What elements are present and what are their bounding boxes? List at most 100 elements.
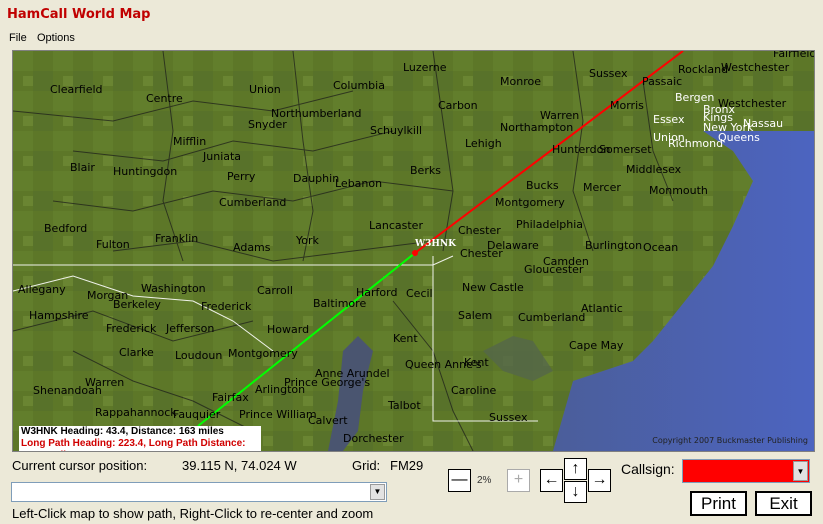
place-label: Washington <box>141 282 206 295</box>
place-label: Montgomery <box>228 347 298 360</box>
place-label: Luzerne <box>403 61 447 74</box>
menu-options[interactable]: Options <box>37 32 75 44</box>
place-label: Morris <box>610 99 644 112</box>
place-label: Snyder <box>248 118 287 131</box>
place-label: Cape May <box>569 339 624 352</box>
place-label: Perry <box>227 170 256 183</box>
search-combo[interactable]: ▼ <box>11 482 387 502</box>
place-label: Fairfield <box>773 50 815 60</box>
place-label: Monmouth <box>649 184 708 197</box>
place-label: New Castle <box>462 281 524 294</box>
place-label: Cumberland <box>518 311 586 324</box>
chevron-down-icon[interactable]: ▼ <box>370 484 385 500</box>
place-label: Sussex <box>589 67 628 80</box>
place-label: Chester <box>460 247 503 260</box>
place-label: Cumberland <box>219 196 287 209</box>
place-label: Adams <box>233 241 271 254</box>
pan-up-button[interactable]: ↑ <box>564 458 587 480</box>
place-label: Montgomery <box>495 196 565 209</box>
place-label: Bucks <box>526 179 559 192</box>
place-label: Franklin <box>155 232 199 245</box>
place-label: Mercer <box>583 181 621 194</box>
place-label: Loudoun <box>175 349 223 362</box>
cursor-position-label: Current cursor position: <box>12 458 148 473</box>
place-label: Lebanon <box>335 177 383 190</box>
short-path-info: W3HNK Heading: 43.4, Distance: 163 miles <box>21 426 224 437</box>
path-info-box: W3HNK Heading: 43.4, Distance: 163 miles… <box>19 426 261 451</box>
place-label: Passaic <box>642 75 683 88</box>
exit-button[interactable]: Exit <box>755 491 812 516</box>
place-label: Allegany <box>18 283 66 296</box>
place-label: Northampton <box>500 121 574 134</box>
callsign-label: Callsign: <box>621 461 675 477</box>
place-label: Blair <box>70 161 95 174</box>
place-label: Columbia <box>333 79 385 92</box>
cursor-position-value: 39.115 N, 74.024 W <box>182 458 297 473</box>
place-label: Prince William <box>239 408 317 421</box>
place-label: Hampshire <box>29 309 89 322</box>
place-label: Nassau <box>743 117 784 130</box>
zoom-in-button[interactable]: + <box>507 469 530 492</box>
place-label: Kent <box>464 356 489 369</box>
place-label: Clearfield <box>50 83 103 96</box>
place-label: Schuylkill <box>370 124 423 137</box>
home-station-dot <box>412 250 418 256</box>
menu-bar: File Options <box>0 30 823 48</box>
place-label: Philadelphia <box>516 218 584 231</box>
place-label: Queens <box>718 131 760 144</box>
place-label: Fairfax <box>212 391 249 404</box>
place-label: Shenandoah <box>33 384 102 397</box>
print-button[interactable]: Print <box>690 491 747 516</box>
place-label: Dorchester <box>343 432 404 445</box>
place-label: Jefferson <box>166 322 215 335</box>
place-label: Lancaster <box>369 219 423 232</box>
place-label: Clarke <box>119 346 154 359</box>
map-canvas <box>13 51 814 451</box>
place-label: Dauphin <box>293 172 340 185</box>
usage-hint: Left-Click map to show path, Right-Click… <box>12 506 374 521</box>
place-label: Fulton <box>96 238 130 251</box>
place-label: Kings <box>703 111 733 124</box>
place-label: Middlesex <box>626 163 682 176</box>
place-label: Howard <box>267 323 310 336</box>
place-label: Berkeley <box>113 298 161 311</box>
world-map[interactable]: Clearfield Centre Union Columbia Luzerne Monr… <box>12 50 815 452</box>
menu-file[interactable]: File <box>9 32 27 44</box>
place-label: York <box>296 234 319 247</box>
place-label: Chester <box>458 224 501 237</box>
pan-right-button[interactable]: → <box>588 469 611 492</box>
place-label: Bedford <box>44 222 88 235</box>
place-label: Essex <box>653 113 685 126</box>
grid-label: Grid: <box>352 458 381 473</box>
place-label: Carroll <box>257 284 293 297</box>
place-label: Westchester <box>721 61 790 74</box>
place-label: Atlantic <box>581 302 623 315</box>
place-label: Kent <box>393 332 418 345</box>
place-label: Rappahannock <box>95 406 177 419</box>
place-label: Monroe <box>500 75 541 88</box>
place-label: Cecil <box>406 287 433 300</box>
place-label: Berks <box>410 164 441 177</box>
place-label: Lehigh <box>465 137 502 150</box>
pan-down-button[interactable]: ↓ <box>564 481 587 503</box>
place-label: Talbot <box>388 399 421 412</box>
place-label: Westchester <box>718 97 787 110</box>
place-label: Sussex <box>489 411 528 424</box>
grid-value: FM29 <box>390 458 424 473</box>
pan-left-button[interactable]: ← <box>540 469 563 492</box>
place-label: Frederick <box>201 300 252 313</box>
place-label: Caroline <box>451 384 497 397</box>
place-label: Arlington <box>255 383 306 396</box>
zoom-out-button[interactable]: — <box>448 469 471 492</box>
place-label: Centre <box>146 92 183 105</box>
callsign-marker: W3HNK <box>415 239 456 249</box>
zoom-level: 2% <box>477 475 492 486</box>
chevron-down-icon[interactable]: ▼ <box>793 461 808 481</box>
place-label: Calvert <box>308 414 348 427</box>
place-label: Fauquier <box>173 408 221 421</box>
callsign-select[interactable]: ▼ <box>682 459 810 483</box>
place-label: Somerset <box>599 143 652 156</box>
place-label: Frederick <box>106 322 157 335</box>
place-label: Carbon <box>438 99 478 112</box>
place-label: Baltimore <box>313 297 367 310</box>
